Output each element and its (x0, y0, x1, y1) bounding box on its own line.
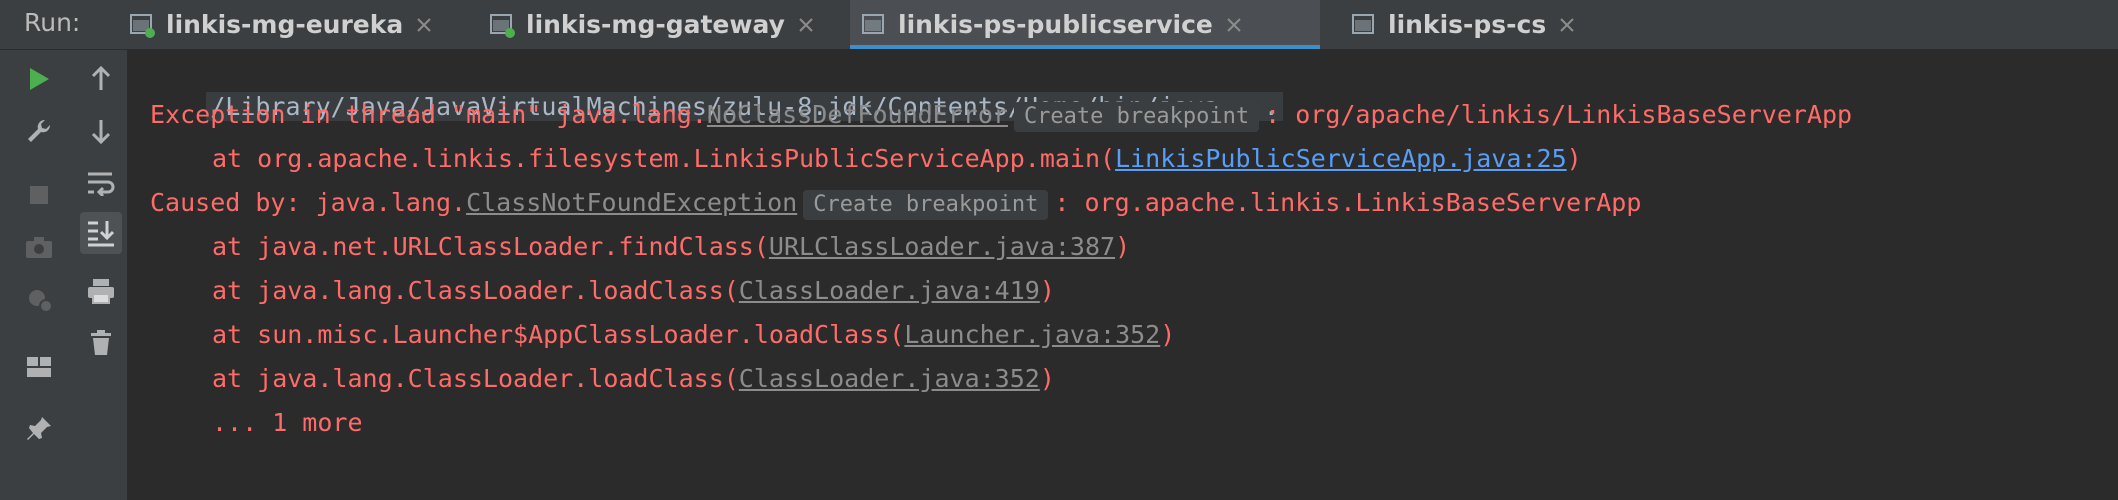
source-link[interactable]: LinkisPublicServiceApp.java:25 (1115, 144, 1567, 173)
trash-icon[interactable] (84, 326, 118, 360)
console-icon (1352, 13, 1374, 34)
stack-suffix: ) (1160, 320, 1176, 349)
tab-label: linkis-mg-eureka (166, 10, 404, 39)
print-icon[interactable] (84, 274, 118, 308)
stack-prefix: at java.lang.ClassLoader.loadClass( (212, 276, 739, 305)
scroll-to-end-icon[interactable] (80, 212, 122, 254)
stack-suffix: ) (1115, 232, 1131, 261)
stack-trace-line: at java.lang.ClassLoader.loadClass(Class… (150, 273, 1055, 309)
exception-class-link[interactable]: NoClassDefFoundError (707, 100, 1008, 129)
stack-trace-line: at java.net.URLClassLoader.findClass(URL… (150, 229, 1130, 265)
tab-linkis-mg-eureka[interactable]: linkis-mg-eureka (118, 0, 460, 49)
stack-suffix: ) (1039, 364, 1055, 393)
close-icon[interactable] (1558, 16, 1576, 34)
close-icon[interactable] (415, 16, 433, 34)
create-breakpoint-button[interactable]: Create breakpoint (803, 190, 1049, 220)
console-output[interactable]: /Library/Java/JavaVirtualMachines/zulu-8… (128, 50, 2118, 500)
tab-label: linkis-ps-cs (1388, 10, 1547, 39)
stack-suffix: ) (1039, 276, 1055, 305)
caused-by-line: Caused by: java.lang.ClassNotFoundExcept… (150, 185, 1641, 221)
source-link[interactable]: URLClassLoader.java:387 (769, 232, 1115, 261)
tab-linkis-ps-publicservice[interactable]: linkis-ps-publicservice (850, 0, 1320, 49)
exception-prefix: Exception in thread "main" java.lang. (150, 100, 707, 129)
up-arrow-icon[interactable] (84, 62, 118, 96)
run-icon[interactable] (22, 62, 56, 96)
stack-prefix: at java.lang.ClassLoader.loadClass( (212, 364, 739, 393)
layout-icon[interactable] (22, 350, 56, 384)
stack-prefix: at org.apache.linkis.filesystem.LinkisPu… (212, 144, 1116, 173)
stack-trace-line: at org.apache.linkis.filesystem.LinkisPu… (150, 141, 1582, 177)
close-icon[interactable] (1225, 16, 1243, 34)
stack-trace-line: at java.lang.ClassLoader.loadClass(Class… (150, 361, 1055, 397)
wrench-icon[interactable] (22, 114, 56, 148)
stack-trace-line: at sun.misc.Launcher$AppClassLoader.load… (150, 317, 1175, 353)
source-link[interactable]: ClassLoader.java:352 (739, 364, 1040, 393)
console-toolbar (75, 50, 128, 500)
source-link[interactable]: ClassLoader.java:419 (739, 276, 1040, 305)
stop-icon[interactable] (22, 178, 56, 212)
down-arrow-icon[interactable] (84, 114, 118, 148)
exception-class-link[interactable]: ClassNotFoundException (466, 188, 797, 217)
create-breakpoint-button[interactable]: Create breakpoint (1013, 102, 1260, 132)
tab-linkis-mg-gateway[interactable]: linkis-mg-gateway (478, 0, 830, 49)
caused-by-prefix: Caused by: java.lang. (150, 188, 467, 217)
exception-suffix: : org/apache/linkis/LinkisBaseServerApp (1265, 100, 1853, 129)
console-icon (862, 13, 884, 34)
run-label: Run: (24, 8, 81, 37)
tab-label: linkis-ps-publicservice (898, 10, 1213, 39)
exception-line: Exception in thread "main" java.lang.NoC… (150, 97, 1852, 133)
more-frames-line: ... 1 more (212, 408, 363, 437)
soft-wrap-icon[interactable] (84, 166, 118, 200)
stack-prefix: at java.net.URLClassLoader.findClass( (212, 232, 769, 261)
console-icon (130, 13, 155, 38)
pin-icon[interactable] (22, 412, 56, 446)
caused-by-suffix: : org.apache.linkis.LinkisBaseServerApp (1054, 188, 1642, 217)
debug-settings-icon[interactable] (22, 282, 56, 316)
close-icon[interactable] (797, 16, 815, 34)
stack-prefix: at sun.misc.Launcher$AppClassLoader.load… (212, 320, 905, 349)
camera-icon[interactable] (22, 230, 56, 264)
source-link[interactable]: Launcher.java:352 (904, 320, 1160, 349)
tab-label: linkis-mg-gateway (526, 10, 785, 39)
console-icon (490, 13, 515, 38)
run-tab-bar: Run: linkis-mg-eureka linkis-mg-gateway … (0, 0, 2118, 50)
stack-suffix: ) (1566, 144, 1582, 173)
run-toolbar (0, 50, 76, 500)
tab-linkis-ps-cs[interactable]: linkis-ps-cs (1340, 0, 1610, 49)
